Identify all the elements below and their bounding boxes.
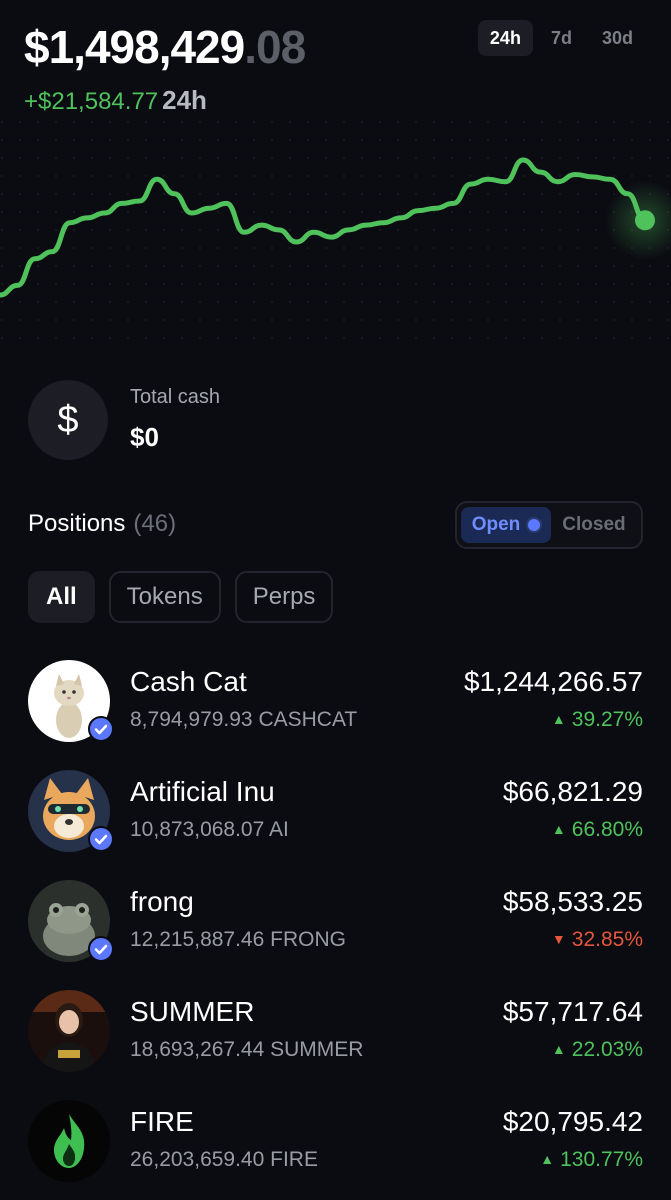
open-button[interactable]: Open	[461, 507, 551, 543]
position-name: Cash Cat	[130, 666, 247, 697]
filter-perps[interactable]: Perps	[234, 571, 334, 623]
change-period: 24h	[162, 85, 207, 115]
closed-button[interactable]: Closed	[551, 507, 637, 543]
verified-badge-icon	[88, 826, 114, 852]
verified-badge-icon	[88, 936, 114, 962]
position-name: FIRE	[130, 1106, 194, 1137]
change-amount: +$21,584.77	[24, 88, 159, 115]
position-row-fire[interactable]: FIRE 26,203,659.40 FIRE $20,795.42 ▲ 130.…	[0, 1100, 671, 1200]
open-label: Open	[471, 514, 521, 535]
chart-current-point	[635, 210, 655, 231]
position-change-value: 66.80%	[571, 818, 643, 841]
position-quantity: 8,794,979.93 CASHCAT	[130, 708, 358, 731]
positions-header: Positions (46)	[28, 510, 176, 538]
total-cash-label: Total cash	[130, 386, 221, 408]
range-tab-7d[interactable]: 7d	[539, 20, 584, 56]
position-row-cash-cat[interactable]: Cash Cat 8,794,979.93 CASHCAT $1,244,266…	[0, 660, 671, 760]
portfolio-balance: $1,498,429.08	[24, 20, 306, 74]
up-triangle-icon: ▲	[551, 1041, 566, 1057]
position-change-value: 39.27%	[571, 708, 643, 731]
balance-chart[interactable]	[0, 120, 671, 350]
open-closed-toggle: Open Closed	[455, 501, 643, 549]
position-value: $58,533.25	[502, 886, 643, 917]
range-tab-30d[interactable]: 30d	[590, 20, 645, 56]
position-value: $1,244,266.57	[463, 666, 643, 697]
position-change-value: 130.77%	[560, 1148, 643, 1171]
positions-count: (46)	[133, 510, 177, 537]
filter-all[interactable]: All	[28, 571, 95, 623]
position-change: ▲ 66.80%	[552, 818, 643, 842]
balance-change: +$21,584.77 24h	[24, 84, 207, 118]
position-name: Artificial Inu	[130, 776, 275, 807]
range-tab-24h[interactable]: 24h	[477, 20, 533, 56]
position-quantity: 18,693,267.44 SUMMER	[130, 1038, 364, 1061]
position-quantity: 10,873,068.07 AI	[130, 818, 289, 841]
position-value: $20,795.42	[502, 1106, 643, 1137]
position-change: ▲ 130.77%	[540, 1148, 643, 1172]
position-name: frong	[130, 886, 194, 917]
person-avatar-icon	[28, 990, 110, 1072]
filter-chips: All Tokens Perps	[28, 571, 334, 623]
position-change-value: 22.03%	[571, 1038, 643, 1061]
position-change: ▼ 32.85%	[552, 928, 643, 952]
up-triangle-icon: ▲	[551, 711, 566, 727]
balance-main: $1,498,429	[24, 21, 245, 73]
dollar-icon: $	[28, 380, 108, 460]
total-cash-value: $0	[130, 422, 159, 452]
down-triangle-icon: ▼	[551, 931, 566, 947]
range-selector: 24h 7d 30d	[477, 20, 645, 56]
position-name: SUMMER	[130, 996, 255, 1027]
position-row-summer[interactable]: SUMMER 18,693,267.44 SUMMER $57,717.64 ▲…	[0, 990, 671, 1090]
position-value: $66,821.29	[502, 776, 643, 807]
position-change: ▲ 39.27%	[552, 708, 643, 732]
active-dot-icon	[528, 519, 541, 531]
positions-title: Positions	[28, 510, 126, 537]
position-row-frong[interactable]: frong 12,215,887.46 FRONG $58,533.25 ▼ 32…	[0, 880, 671, 980]
position-quantity: 12,215,887.46 FRONG	[130, 928, 346, 951]
balance-cents: .08	[244, 21, 306, 73]
up-triangle-icon: ▲	[540, 1151, 555, 1167]
verified-badge-icon	[88, 716, 114, 742]
position-quantity: 26,203,659.40 FIRE	[130, 1148, 318, 1171]
filter-tokens[interactable]: Tokens	[108, 571, 221, 623]
flame-avatar-icon	[28, 1100, 110, 1182]
position-row-artificial-inu[interactable]: Artificial Inu 10,873,068.07 AI $66,821.…	[0, 770, 671, 870]
position-change-value: 32.85%	[571, 928, 643, 951]
up-triangle-icon: ▲	[551, 821, 566, 837]
position-value: $57,717.64	[502, 996, 643, 1027]
position-change: ▲ 22.03%	[552, 1038, 643, 1062]
